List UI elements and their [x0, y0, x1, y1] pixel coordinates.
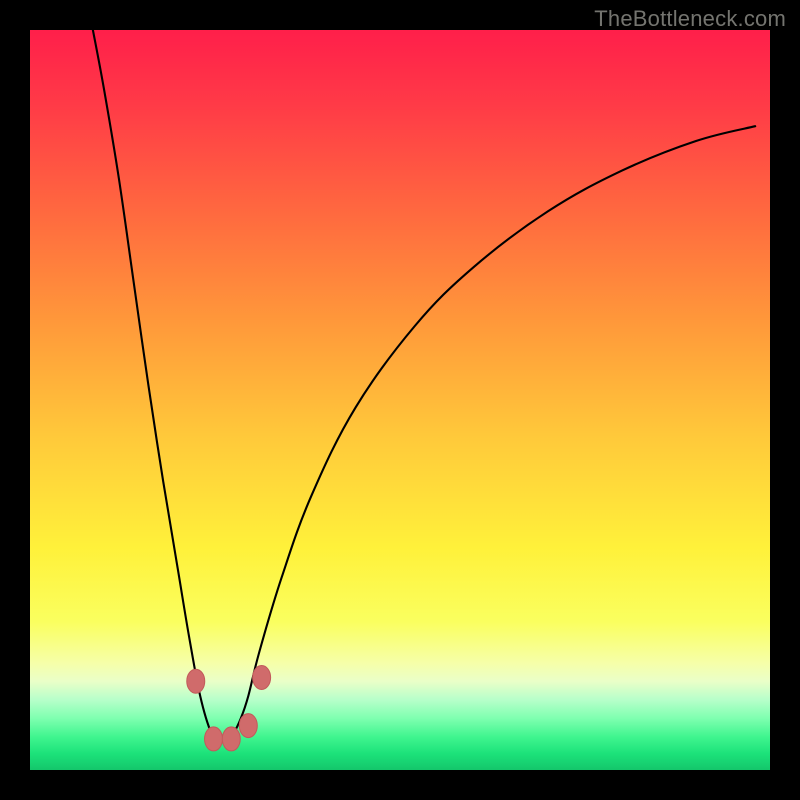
- curve-marker: [222, 727, 240, 751]
- chart-stage: TheBottleneck.com: [0, 0, 800, 800]
- curve-marker: [205, 727, 223, 751]
- bottleneck-chart: [0, 0, 800, 800]
- curve-marker: [239, 714, 257, 738]
- curve-marker: [253, 666, 271, 690]
- curve-marker: [187, 669, 205, 693]
- plot-background: [30, 30, 770, 770]
